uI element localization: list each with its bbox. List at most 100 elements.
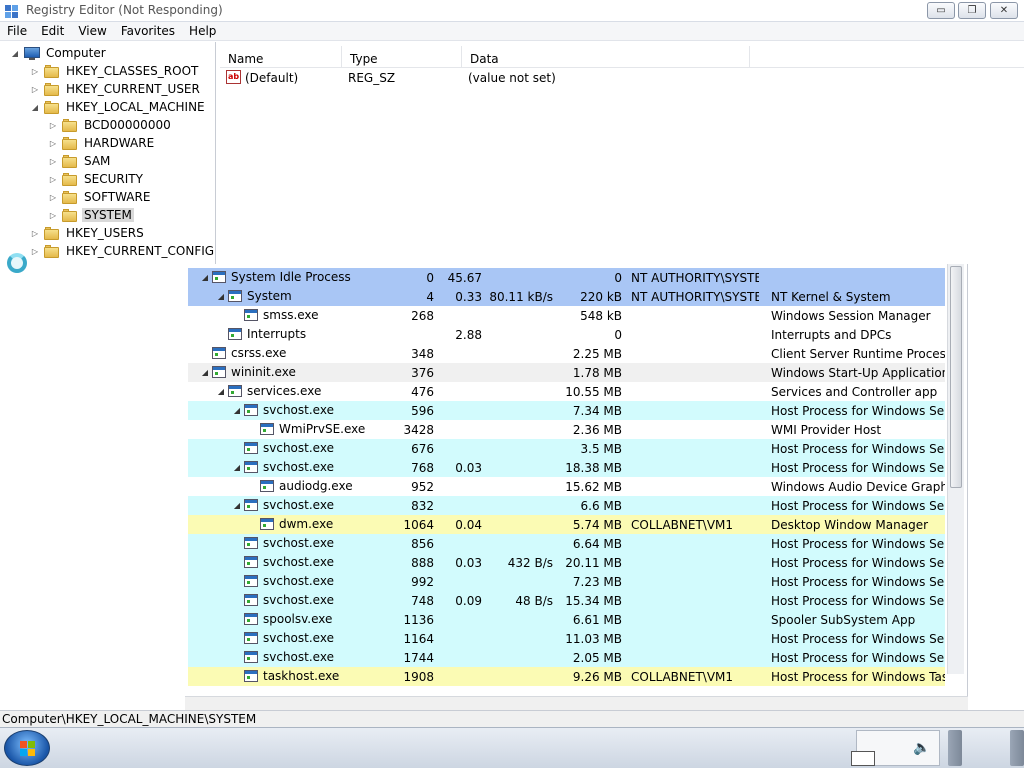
process-row[interactable]: WmiPrvSE.exe 3428 2.36 MB WMI Provider Host <box>188 420 945 439</box>
tree-item-label: HARDWARE <box>84 136 155 150</box>
expand-icon[interactable]: ▷ <box>48 121 58 130</box>
process-user: COLLABNET\VM1 <box>631 670 734 684</box>
process-row[interactable]: svchost.exe 676 3.5 MB Host Process for Win… <box>188 439 945 458</box>
expand-icon[interactable]: ▷ <box>48 175 58 184</box>
maximize-button[interactable]: ❐ <box>958 2 986 19</box>
process-row[interactable]: ◢ svchost.exe 768 0.03 18.38 MB Host Process … <box>188 458 945 477</box>
collapse-icon[interactable]: ◢ <box>232 463 242 472</box>
process-row[interactable]: svchost.exe 748 0.09 48 B/s 15.34 MB Host Pro… <box>188 591 945 610</box>
process-name: svchost.exe <box>263 536 334 550</box>
tree-item[interactable]: ▷ SAM <box>48 152 112 170</box>
show-desktop-button[interactable] <box>1010 730 1024 766</box>
process-row[interactable]: smss.exe 268 548 kB Windows Session Manager <box>188 306 945 325</box>
collapse-icon[interactable]: ◢ <box>200 273 210 282</box>
tree-item[interactable]: ◢ Computer <box>10 44 108 62</box>
collapse-icon[interactable]: ◢ <box>216 387 226 396</box>
registry-tree[interactable]: ◢ Computer ▷ HKEY_CLASSES_ROOT ▷ HKEY_CURRENT… <box>0 42 216 710</box>
collapse-icon[interactable]: ◢ <box>200 368 210 377</box>
process-row[interactable]: svchost.exe 888 0.03 432 B/s 20.11 MB Host Pr… <box>188 553 945 572</box>
tree-item[interactable]: ▷ HKEY_CURRENT_USER <box>30 80 202 98</box>
column-header-name[interactable]: Name <box>220 46 342 68</box>
expand-icon[interactable]: ▷ <box>48 157 58 166</box>
process-name: csrss.exe <box>231 346 287 360</box>
process-row[interactable]: csrss.exe 348 2.25 MB Client Server Runtime… <box>188 344 945 363</box>
tree-item[interactable]: ▷ SECURITY <box>48 170 145 188</box>
process-row[interactable]: ◢ wininit.exe 376 1.78 MB Windows Start-Up A… <box>188 363 945 382</box>
values-header: Name Type Data <box>220 46 1024 68</box>
expand-icon[interactable]: ▷ <box>30 229 40 238</box>
tree-item-label: SECURITY <box>84 172 143 186</box>
process-row[interactable]: ◢ System Idle Process 0 45.67 0 NT AUTHORITY\… <box>188 268 945 287</box>
tree-item[interactable]: ▷ HKEY_USERS <box>30 224 146 242</box>
minimize-button[interactable]: ▭ <box>927 2 955 19</box>
tree-item[interactable]: ▷ SYSTEM <box>48 206 134 224</box>
expand-icon[interactable]: ▷ <box>30 85 40 94</box>
process-list-scrollbar[interactable] <box>947 264 964 674</box>
registry-editor-icon <box>5 5 18 18</box>
tree-item[interactable]: ▷ SOFTWARE <box>48 188 152 206</box>
start-button[interactable] <box>4 730 50 766</box>
process-window-icon <box>260 480 274 492</box>
tree-item[interactable]: ▷ BCD00000000 <box>48 116 173 134</box>
process-row[interactable]: dwm.exe 1064 0.04 5.74 MB COLLABNET\VM1 Deskt… <box>188 515 945 534</box>
process-io: 432 B/s <box>507 556 553 570</box>
process-name-cell: svchost.exe <box>232 650 334 664</box>
process-cpu: 0.09 <box>455 594 482 608</box>
process-row[interactable]: svchost.exe 1164 11.03 MB Host Process for … <box>188 629 945 648</box>
minimize-icon: ▭ <box>936 5 946 16</box>
tree-item-label: SOFTWARE <box>84 190 151 204</box>
process-name-cell: svchost.exe <box>232 441 334 455</box>
collapse-icon[interactable]: ◢ <box>232 501 242 510</box>
menu-edit[interactable]: Edit <box>34 22 71 40</box>
menu-favorites[interactable]: Favorites <box>114 22 182 40</box>
process-row[interactable]: ◢ services.exe 476 10.55 MB Services and Con… <box>188 382 945 401</box>
process-cpu: 2.88 <box>455 328 482 342</box>
process-memory: 6.64 MB <box>572 537 622 551</box>
collapse-icon[interactable]: ◢ <box>10 49 20 58</box>
action-center-icon[interactable] <box>851 751 875 766</box>
tree-item[interactable]: ◢ HKEY_LOCAL_MACHINE <box>30 98 207 116</box>
process-row[interactable]: Interrupts 2.88 0 Interrupts and DPCs <box>188 325 945 344</box>
expand-icon[interactable]: ▷ <box>48 211 58 220</box>
process-row[interactable]: ◢ svchost.exe 832 6.6 MB Host Process for Wi… <box>188 496 945 515</box>
menu-help[interactable]: Help <box>182 22 223 40</box>
expand-icon[interactable]: ▷ <box>48 139 58 148</box>
expand-icon[interactable]: ▷ <box>48 193 58 202</box>
process-row[interactable]: svchost.exe 1744 2.05 MB Host Process for W… <box>188 648 945 667</box>
expand-icon[interactable]: ▷ <box>30 67 40 76</box>
tree-item[interactable]: ▷ HARDWARE <box>48 134 156 152</box>
tree-item-label: Computer <box>46 46 106 60</box>
value-row[interactable]: ab (Default) REG_SZ (value not set) <box>220 68 1024 88</box>
process-row[interactable]: svchost.exe 992 7.23 MB Host Process for Wi… <box>188 572 945 591</box>
expand-icon[interactable]: ▷ <box>30 247 40 256</box>
process-row[interactable]: ◢ svchost.exe 596 7.34 MB Host Process for W… <box>188 401 945 420</box>
process-io: 48 B/s <box>515 594 553 608</box>
process-row[interactable]: audiodg.exe 952 15.62 MB Windows Audio Devi… <box>188 477 945 496</box>
taskbar-divider <box>948 730 962 766</box>
column-header-type[interactable]: Type <box>342 46 462 68</box>
folder-icon <box>44 100 60 114</box>
collapse-icon[interactable]: ◢ <box>30 103 40 112</box>
tree-item[interactable]: ▷ HKEY_CURRENT_CONFIG <box>30 242 216 260</box>
collapse-icon[interactable]: ◢ <box>216 292 226 301</box>
menu-view[interactable]: View <box>71 22 113 40</box>
process-list[interactable]: ◢ System Idle Process 0 45.67 0 NT AUTHORITY\… <box>188 268 945 694</box>
process-row[interactable]: ◢ System 4 0.33 80.11 kB/s 220 kB NT AUTHORITY… <box>188 287 945 306</box>
tree-item[interactable]: ▷ HKEY_CLASSES_ROOT <box>30 62 200 80</box>
collapse-icon[interactable]: ◢ <box>232 406 242 415</box>
process-row[interactable]: svchost.exe 856 6.64 MB Host Process for Wi… <box>188 534 945 553</box>
process-row[interactable]: taskhost.exe 1908 9.26 MB COLLABNET\VM1 Host… <box>188 667 945 686</box>
process-row[interactable]: spoolsv.exe 1136 6.61 MB Spooler SubSystem … <box>188 610 945 629</box>
process-cpu: 0.03 <box>455 556 482 570</box>
process-pid: 3428 <box>403 423 434 437</box>
close-button[interactable]: ✕ <box>990 2 1018 19</box>
process-pid: 1908 <box>403 670 434 684</box>
volume-icon[interactable]: 🔈 <box>913 740 930 756</box>
process-memory: 18.38 MB <box>565 461 622 475</box>
process-window-icon <box>212 271 226 283</box>
process-description: WMI Provider Host <box>771 423 882 437</box>
scrollbar-thumb[interactable] <box>950 266 962 488</box>
menu-file[interactable]: File <box>0 22 34 40</box>
column-header-data[interactable]: Data <box>462 46 750 68</box>
process-memory: 0 <box>614 328 622 342</box>
